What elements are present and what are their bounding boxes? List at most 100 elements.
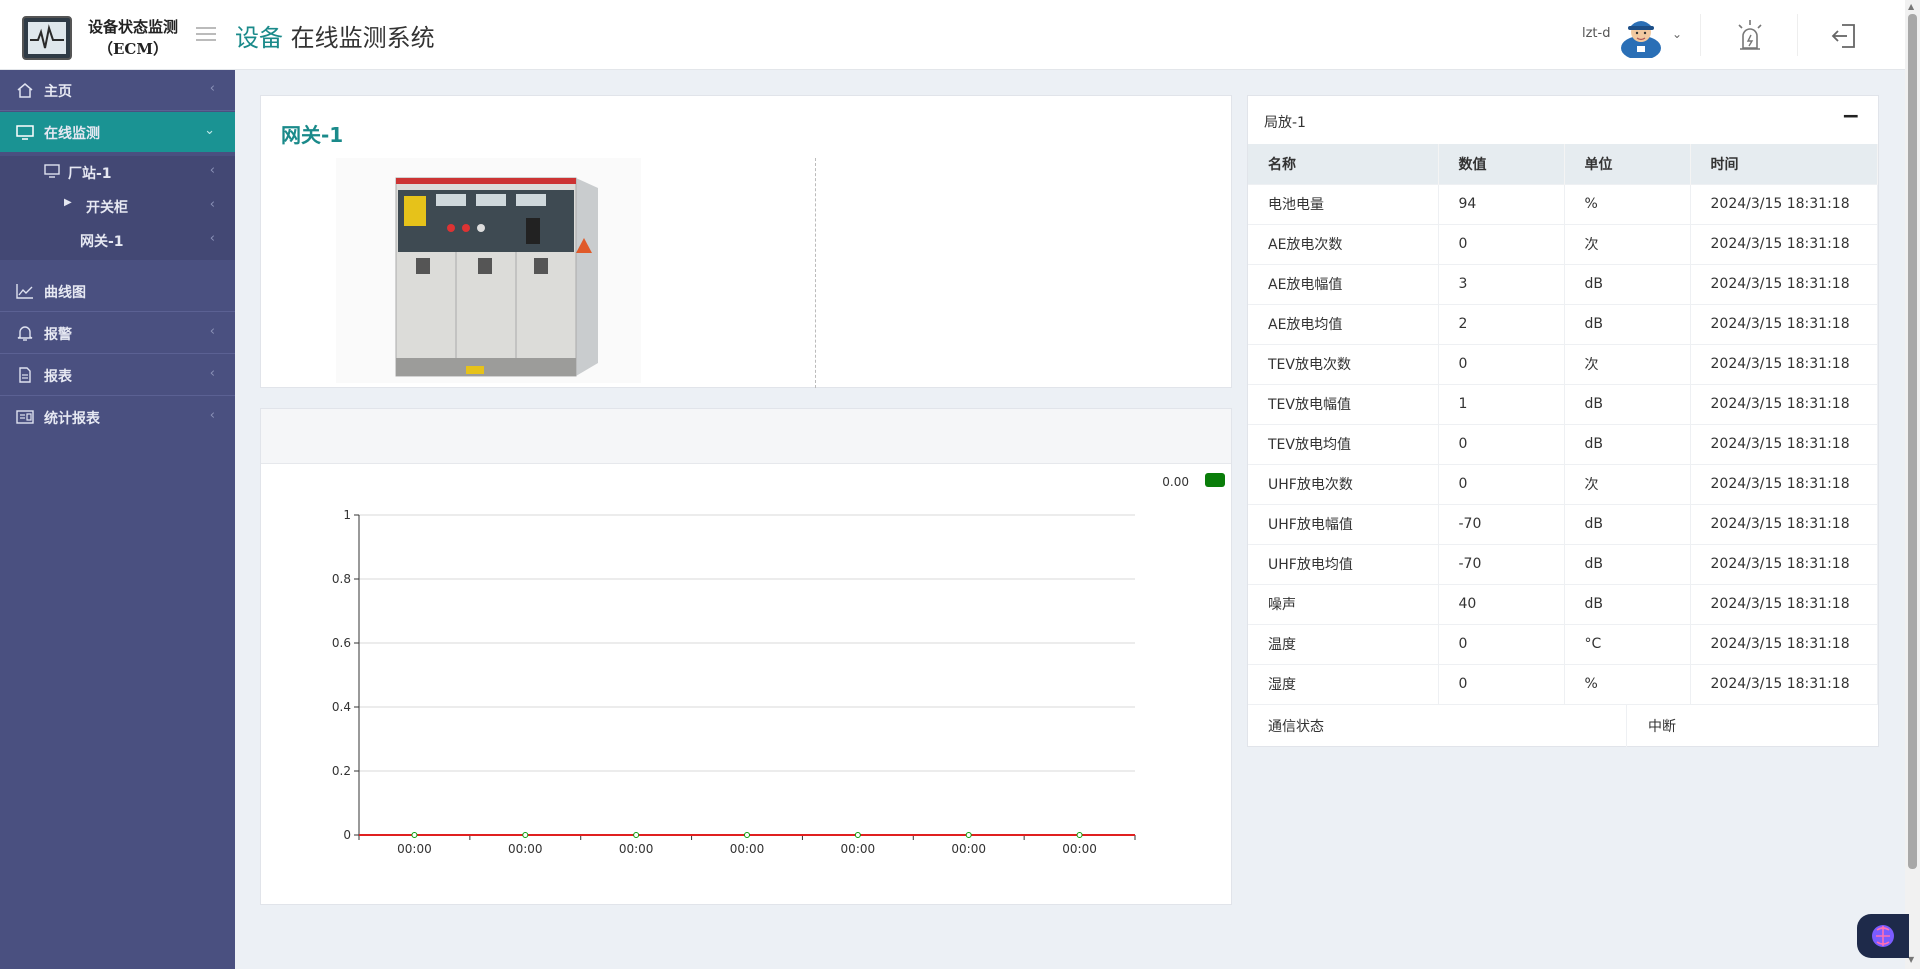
sidebar-item-home[interactable]: 主页 ‹ xyxy=(0,70,235,110)
data-point xyxy=(411,832,418,838)
scrollbar-thumb[interactable] xyxy=(1908,14,1917,869)
table-cell: 2024/3/15 18:31:18 xyxy=(1690,383,1878,424)
system-title-accent: 设备 xyxy=(235,24,283,52)
table-cell: AE放电均值 xyxy=(1248,303,1439,344)
table-cell: 2024/3/15 18:31:18 xyxy=(1690,423,1878,464)
table-cell: UHF放电幅值 xyxy=(1248,503,1439,544)
logo-title: 设备状态监测 （ECM） xyxy=(78,16,188,60)
table-cell: 2024/3/15 18:31:18 xyxy=(1690,623,1878,664)
table-cell: dB xyxy=(1564,263,1691,304)
scroll-up-icon[interactable]: ▲ xyxy=(1908,2,1914,11)
collapse-icon[interactable]: − xyxy=(1842,104,1860,129)
y-tick-label: 0.8 xyxy=(332,572,351,586)
table-cell: 2024/3/15 18:31:18 xyxy=(1690,663,1878,704)
menu-toggle-icon[interactable] xyxy=(196,27,216,43)
y-tick-label: 1 xyxy=(343,508,351,522)
table-cell: 2024/3/15 18:31:18 xyxy=(1690,263,1878,304)
table-cell: % xyxy=(1564,183,1691,224)
monitor-icon xyxy=(16,124,34,140)
line-chart: 0 0.2 0.4 0.6 0.8 1 00:00 00:00 00:00 00:00 00:00 0… xyxy=(332,473,1225,856)
sidebar-item-label: 主页 xyxy=(44,84,72,100)
sidebar-item-label: 曲线图 xyxy=(44,285,86,301)
table-cell: AE放电幅值 xyxy=(1248,263,1439,304)
scrollbar[interactable]: ▲ ▼ xyxy=(1905,0,1920,969)
bell-icon xyxy=(16,325,34,341)
gateway-title: 网关-1 xyxy=(281,123,344,147)
document-icon xyxy=(16,367,34,383)
sidebar-item-label: 在线监测 xyxy=(44,126,100,142)
logo-line-1: 设备状态监测 xyxy=(87,18,178,36)
sidebar-subitem-gateway[interactable]: 网关-1 ‹ xyxy=(0,224,235,256)
table-cell: dB xyxy=(1564,303,1691,344)
table-cell: 2 xyxy=(1438,303,1565,344)
table-cell: TEV放电幅值 xyxy=(1248,383,1439,424)
user-name[interactable]: lzt-d xyxy=(1582,26,1610,41)
divider xyxy=(0,395,235,396)
table-cell: 1 xyxy=(1438,383,1565,424)
table-cell: 2024/3/15 18:31:18 xyxy=(1690,503,1878,544)
data-table: 名称 数值 单位 时间 电池电量 94% 2024/3/15 18:31:18 AE放… xyxy=(1248,144,1878,704)
data-point xyxy=(522,832,529,838)
sidebar-item-curves[interactable]: 曲线图 xyxy=(0,271,235,311)
assistant-button[interactable] xyxy=(1857,914,1909,958)
column-header: 单位 xyxy=(1564,144,1691,184)
logout-icon[interactable] xyxy=(1830,22,1858,50)
y-tick-label: 0 xyxy=(343,828,351,842)
sidebar-item-statistics[interactable]: 统计报表 ‹ xyxy=(0,397,235,437)
submenu: 厂站-1 ‹ ▶ 开关柜 ‹ 网关-1 ‹ xyxy=(0,156,235,260)
data-point xyxy=(854,832,861,838)
status-label: 通信状态 xyxy=(1268,719,1324,735)
chart-header xyxy=(261,409,1231,464)
column-header: 数值 xyxy=(1438,144,1565,184)
table-row: UHF放电次数 0 次 2024/3/15 18:31:18 xyxy=(1248,463,1878,504)
legend-value: 0.00 xyxy=(1162,475,1189,489)
monitor-icon xyxy=(44,164,60,182)
table-cell: 2024/3/15 18:31:18 xyxy=(1690,303,1878,344)
table-cell: 0 xyxy=(1438,423,1565,464)
table-cell: dB xyxy=(1564,383,1691,424)
chevron-down-icon: ⌄ xyxy=(204,123,215,138)
sidebar-item-label: 报警 xyxy=(44,327,72,343)
sidebar-item-report[interactable]: 报表 ‹ xyxy=(0,355,235,395)
x-tick-label: 00:00 xyxy=(397,842,432,856)
avatar[interactable] xyxy=(1617,12,1665,60)
table-cell: 94 xyxy=(1438,183,1565,224)
chevron-down-icon[interactable]: ⌄ xyxy=(1672,27,1682,41)
sidebar-subitem-switchgear[interactable]: ▶ 开关柜 ‹ xyxy=(0,190,235,222)
table-row: UHF放电均值 -70 dB 2024/3/15 18:31:18 xyxy=(1248,543,1878,584)
table-cell: 0 xyxy=(1438,223,1565,264)
table-cell: TEV放电均值 xyxy=(1248,423,1439,464)
table-row: 温度 0 °C 2024/3/15 18:31:18 xyxy=(1248,623,1878,664)
chevron-left-icon: ‹ xyxy=(209,81,215,96)
divider xyxy=(0,311,235,312)
table-cell: 0 xyxy=(1438,623,1565,664)
y-tick-label: 0.6 xyxy=(332,636,351,650)
ecg-monitor-icon xyxy=(22,16,72,60)
sidebar-item-alarm[interactable]: 报警 ‹ xyxy=(0,313,235,353)
status-row: 通信状态 中断 xyxy=(1248,704,1878,747)
partial-discharge-card: 局放-1 − 名称 数值 单位 时间 电池电量 94% 2024/3/15 18:3… xyxy=(1247,95,1879,747)
table-cell: 2024/3/15 18:31:18 xyxy=(1690,583,1878,624)
table-cell: 3 xyxy=(1438,263,1565,304)
sidebar-item-online-monitoring[interactable]: 在线监测 ⌄ xyxy=(0,112,235,152)
x-tick-label: 00:00 xyxy=(730,842,765,856)
chevron-left-icon: ‹ xyxy=(209,324,215,339)
chevron-left-icon: ‹ xyxy=(209,231,215,246)
table-row: TEV放电次数 0 次 2024/3/15 18:31:18 xyxy=(1248,343,1878,384)
x-tick-label: 00:00 xyxy=(1062,842,1097,856)
alarm-light-icon[interactable] xyxy=(1734,18,1766,52)
table-cell: 次 xyxy=(1564,463,1691,504)
caret-right-icon: ▶ xyxy=(64,197,72,208)
sidebar-subitem-station[interactable]: 厂站-1 ‹ xyxy=(0,156,235,188)
table-cell: -70 xyxy=(1438,503,1565,544)
table-cell: 0 xyxy=(1438,463,1565,504)
sidebar-subitem-label: 开关柜 xyxy=(86,200,128,216)
table-cell: 电池电量 xyxy=(1248,183,1439,224)
x-tick-label: 00:00 xyxy=(951,842,986,856)
data-point xyxy=(1076,832,1083,838)
table-row: AE放电均值 2 dB 2024/3/15 18:31:18 xyxy=(1248,303,1878,344)
gateway-card: 网关-1 xyxy=(260,95,1232,388)
table-cell: 次 xyxy=(1564,343,1691,384)
data-point xyxy=(965,832,972,838)
table-cell: % xyxy=(1564,663,1691,704)
